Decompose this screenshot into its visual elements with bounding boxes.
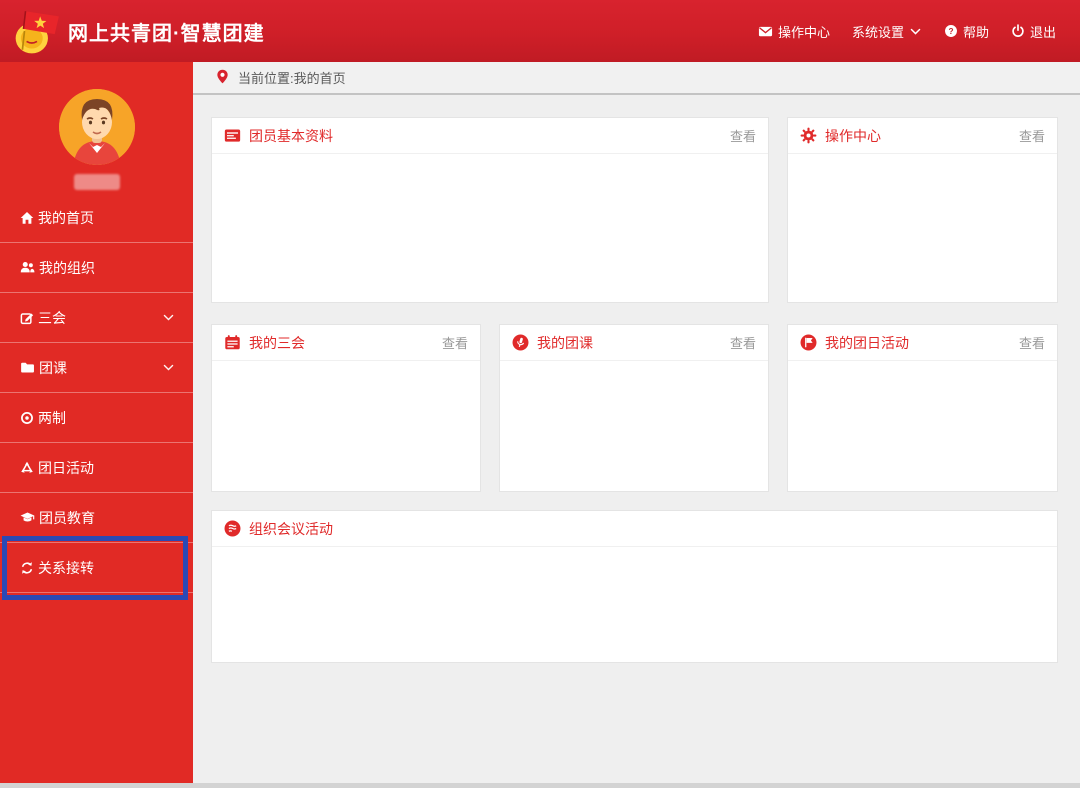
avatar[interactable] [58, 89, 135, 165]
sidebar-item-label: 两制 [38, 409, 66, 426]
sidebar-item-my-homepage[interactable]: 我的首页 [0, 193, 193, 243]
card-operation-center: 操作中心 查看 [787, 117, 1058, 303]
card-header: 组织会议活动 [212, 511, 1057, 547]
transfer-icon [20, 561, 34, 575]
view-link[interactable]: 查看 [730, 333, 756, 352]
card-my-three-meetings: 我的三会 查看 [211, 324, 481, 492]
card-header: 我的团课 查看 [500, 325, 768, 361]
edit-icon [20, 311, 34, 325]
sidebar-item-league-class[interactable]: 团课 [0, 343, 193, 393]
header-nav: 操作中心 系统设置 ? 帮助 退出 [758, 22, 1056, 41]
sidebar-item-league-day-activities[interactable]: 团日活动 [0, 443, 193, 493]
sidebar-item-member-education[interactable]: 团员教育 [0, 493, 193, 543]
view-link[interactable]: 查看 [1019, 333, 1045, 352]
sidebar-item-label: 团日活动 [38, 459, 94, 476]
card-title: 团员基本资料 [249, 127, 333, 144]
view-link[interactable]: 查看 [1019, 126, 1045, 145]
app-title: 网上共青团·智慧团建 [68, 22, 265, 45]
sidebar-item-label: 我的首页 [38, 209, 94, 226]
league-emblem-icon [12, 6, 62, 56]
microphone-circle-icon [512, 334, 529, 351]
chevron-down-icon [162, 311, 175, 324]
user-name-blurred [73, 174, 120, 190]
brand: 网上共青团·智慧团建 [12, 6, 265, 56]
sidebar: 我的首页 我的组织 三会 团课 两制 团日活动 团员教育 关系接转 [0, 62, 193, 783]
breadcrumb: 当前位置:我的首页 [193, 62, 1080, 95]
calendar-icon [224, 334, 241, 351]
nav-help[interactable]: ? 帮助 [944, 22, 989, 41]
chevron-down-icon [162, 361, 175, 374]
card-title: 我的团日活动 [825, 334, 909, 351]
card-my-league-day-activities: 我的团日活动 查看 [787, 324, 1058, 492]
sidebar-item-three-meetings[interactable]: 三会 [0, 293, 193, 343]
card-title: 我的三会 [249, 334, 305, 351]
mail-icon [758, 24, 773, 39]
nav-label: 系统设置 [851, 24, 904, 40]
svg-text:?: ? [948, 26, 953, 36]
sidebar-item-label: 我的组织 [39, 259, 95, 276]
sidebar-item-relationship-transfer[interactable]: 关系接转 [0, 543, 193, 593]
sidebar-item-label: 团员教育 [39, 509, 95, 526]
nav-label: 操作中心 [777, 24, 830, 40]
users-icon [20, 260, 35, 275]
card-title: 我的团课 [537, 334, 593, 351]
nav-label: 退出 [1029, 24, 1056, 40]
target-icon [20, 411, 34, 425]
breadcrumb-label: 当前位置:我的首页 [238, 71, 346, 86]
sidebar-item-two-systems[interactable]: 两制 [0, 393, 193, 443]
card-header: 我的团日活动 查看 [788, 325, 1057, 361]
nav-operation-center[interactable]: 操作中心 [758, 22, 830, 41]
page-bottom-edge [0, 783, 1080, 788]
flag-circle-icon [800, 334, 817, 351]
help-icon: ? [944, 24, 958, 38]
graduation-cap-icon [20, 510, 35, 525]
sidebar-item-label: 团课 [39, 359, 67, 376]
top-header: 网上共青团·智慧团建 操作中心 系统设置 ? 帮助 退出 [0, 0, 1080, 62]
meeting-list-circle-icon [224, 520, 241, 537]
sidebar-item-my-organization[interactable]: 我的组织 [0, 243, 193, 293]
card-header: 团员基本资料 查看 [212, 118, 768, 154]
recycle-icon [20, 461, 34, 475]
power-icon [1011, 24, 1025, 38]
folder-icon [20, 360, 35, 375]
home-icon [20, 211, 34, 225]
sidebar-menu: 我的首页 我的组织 三会 团课 两制 团日活动 团员教育 关系接转 [0, 193, 193, 593]
sidebar-item-label: 关系接转 [38, 559, 94, 576]
card-title: 操作中心 [825, 127, 881, 144]
card-member-basic-info: 团员基本资料 查看 [211, 117, 769, 303]
main-content: 当前位置:我的首页 团员基本资料 查看 操作中心 查看 我的三会 查看 我的团课… [193, 62, 1080, 783]
card-header: 操作中心 查看 [788, 118, 1057, 154]
sidebar-item-label: 三会 [38, 309, 66, 326]
nav-label: 帮助 [962, 24, 989, 40]
view-link[interactable]: 查看 [730, 126, 756, 145]
view-link[interactable]: 查看 [442, 333, 468, 352]
id-card-icon [224, 127, 241, 144]
location-pin-icon [215, 69, 230, 87]
card-organization-meeting-activities: 组织会议活动 [211, 510, 1058, 663]
card-header: 我的三会 查看 [212, 325, 480, 361]
nav-system-settings[interactable]: 系统设置 [852, 22, 922, 41]
card-title: 组织会议活动 [249, 520, 333, 537]
user-profile [0, 62, 193, 193]
nav-logout[interactable]: 退出 [1011, 22, 1056, 41]
chevron-down-icon [909, 25, 922, 38]
card-my-league-classes: 我的团课 查看 [499, 324, 769, 492]
gear-icon [800, 127, 817, 144]
